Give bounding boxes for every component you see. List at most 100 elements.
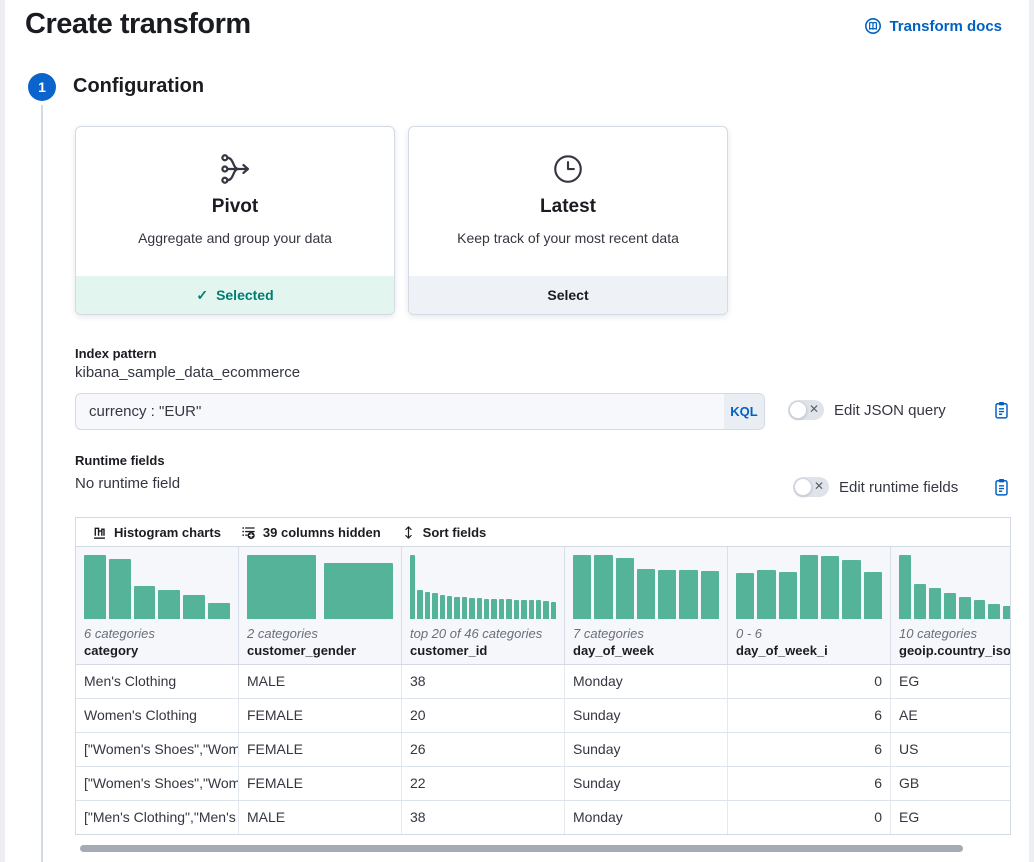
histogram-bar (499, 599, 504, 619)
window-left-edge (0, 0, 5, 862)
grid-cell-day_of_week[interactable]: Sunday (565, 733, 728, 766)
latest-card-description: Keep track of your most recent data (457, 230, 679, 246)
grid-cell-customer_id[interactable]: 38 (402, 801, 565, 834)
copy-json-query-button[interactable] (993, 401, 1010, 420)
histogram-bar (324, 563, 393, 619)
histogram-charts-button[interactable]: Histogram charts (84, 518, 229, 546)
histogram-chart-geoip.country_iso_ (899, 555, 1011, 619)
grid-cell-day_of_week_i[interactable]: 0 (728, 801, 891, 834)
histogram-chart-day_of_week (573, 555, 719, 619)
histogram-bar (974, 600, 986, 619)
grid-cell-customer_gender[interactable]: FEMALE (239, 699, 402, 732)
column-name: day_of_week (573, 643, 719, 658)
histogram-bar (183, 595, 205, 619)
sort-fields-label: Sort fields (423, 525, 487, 540)
grid-cell-day_of_week[interactable]: Sunday (565, 699, 728, 732)
grid-column-header-geoip.country_iso_[interactable]: 10 categoriesgeoip.country_iso_ (891, 547, 1011, 664)
edit-runtime-fields-controls: ✕ Edit runtime fields (793, 477, 1010, 497)
grid-cell-geoip.country_iso_[interactable]: US (891, 733, 1011, 766)
copy-runtime-fields-button[interactable] (993, 478, 1010, 497)
histogram-bar (551, 602, 556, 619)
histogram-bar (944, 593, 956, 619)
histogram-icon (92, 525, 107, 540)
clock-icon (551, 150, 585, 188)
histogram-bar (477, 598, 482, 619)
histogram-bar (842, 560, 860, 619)
grid-cell-category[interactable]: Women's Clothing (76, 699, 239, 732)
histogram-bar (1003, 606, 1011, 619)
create-transform-page: Create transform Transform docs 1 Config… (0, 0, 1034, 862)
grid-column-header-customer_id[interactable]: top 20 of 46 categoriescustomer_id (402, 547, 565, 664)
histogram-bar (959, 597, 971, 619)
edit-json-query-toggle[interactable]: ✕ (788, 400, 824, 420)
sort-icon (401, 525, 416, 540)
histogram-bar (484, 599, 489, 619)
histogram-bar (616, 558, 634, 619)
grid-cell-day_of_week_i[interactable]: 0 (728, 665, 891, 698)
edit-runtime-fields-toggle[interactable]: ✕ (793, 477, 829, 497)
grid-cell-day_of_week_i[interactable]: 6 (728, 699, 891, 732)
column-subtitle: 10 categories (899, 626, 1011, 641)
histogram-bar (462, 597, 467, 619)
grid-column-header-day_of_week_i[interactable]: 0 - 6day_of_week_i (728, 547, 891, 664)
histogram-bar (514, 600, 519, 619)
grid-cell-category[interactable]: ["Women's Shoes","Wom... (76, 733, 239, 766)
grid-cell-day_of_week_i[interactable]: 6 (728, 767, 891, 800)
grid-column-header-customer_gender[interactable]: 2 categoriescustomer_gender (239, 547, 402, 664)
grid-cell-customer_id[interactable]: 38 (402, 665, 565, 698)
grid-cell-customer_gender[interactable]: MALE (239, 801, 402, 834)
histogram-bar (417, 590, 422, 619)
kql-query-input[interactable]: currency : "EUR" (76, 394, 724, 429)
histogram-bar (109, 559, 131, 619)
horizontal-scrollbar-thumb[interactable] (80, 845, 963, 852)
histogram-chart-day_of_week_i (736, 555, 882, 619)
grid-cell-category[interactable]: ["Men's Clothing","Men's ... (76, 801, 239, 834)
grid-cell-geoip.country_iso_[interactable]: AE (891, 699, 1011, 732)
transform-docs-link[interactable]: Transform docs (864, 17, 1002, 35)
pivot-card[interactable]: Pivot Aggregate and group your data ✓ Se… (75, 126, 395, 315)
grid-cell-customer_gender[interactable]: FEMALE (239, 733, 402, 766)
aggregate-icon (217, 150, 253, 188)
grid-cell-customer_id[interactable]: 26 (402, 733, 565, 766)
check-icon: ✓ (196, 287, 208, 304)
grid-cell-day_of_week[interactable]: Monday (565, 665, 728, 698)
histogram-charts-label: Histogram charts (114, 525, 221, 540)
histogram-bar (469, 598, 474, 619)
page-scrollbar-track[interactable] (1029, 0, 1034, 862)
histogram-bar (521, 600, 526, 619)
grid-cell-day_of_week[interactable]: Sunday (565, 767, 728, 800)
histogram-bar (573, 555, 591, 619)
grid-cell-category[interactable]: Men's Clothing (76, 665, 239, 698)
grid-cell-customer_gender[interactable]: FEMALE (239, 767, 402, 800)
histogram-bar (536, 600, 541, 619)
step-number-badge: 1 (28, 73, 56, 101)
column-list-icon (241, 525, 256, 540)
edit-runtime-fields-label: Edit runtime fields (839, 479, 958, 496)
grid-cell-customer_id[interactable]: 20 (402, 699, 565, 732)
sort-fields-button[interactable]: Sort fields (393, 518, 495, 546)
pivot-selected-footer[interactable]: ✓ Selected (76, 276, 394, 314)
columns-hidden-button[interactable]: 39 columns hidden (233, 518, 389, 546)
grid-cell-customer_id[interactable]: 22 (402, 767, 565, 800)
grid-column-header-day_of_week[interactable]: 7 categoriesday_of_week (565, 547, 728, 664)
grid-column-header-category[interactable]: 6 categoriescategory (76, 547, 239, 664)
edit-json-query-controls: ✕ Edit JSON query (788, 400, 1010, 420)
grid-toolbar: Histogram charts 39 columns hidd (76, 518, 1010, 547)
histogram-bar (701, 571, 719, 619)
kql-language-button[interactable]: KQL (724, 394, 764, 429)
histogram-bar (736, 573, 754, 619)
latest-card[interactable]: Latest Keep track of your most recent da… (408, 126, 728, 315)
grid-cell-day_of_week[interactable]: Monday (565, 801, 728, 834)
transform-type-cards: Pivot Aggregate and group your data ✓ Se… (75, 126, 728, 315)
grid-cell-geoip.country_iso_[interactable]: EG (891, 801, 1011, 834)
latest-select-button[interactable]: Select (409, 276, 727, 314)
histogram-bar (134, 586, 156, 619)
histogram-bar (594, 555, 612, 619)
grid-cell-category[interactable]: ["Women's Shoes","Wom... (76, 767, 239, 800)
grid-cell-day_of_week_i[interactable]: 6 (728, 733, 891, 766)
grid-cell-customer_gender[interactable]: MALE (239, 665, 402, 698)
latest-footer-label: Select (547, 287, 588, 303)
grid-cell-geoip.country_iso_[interactable]: GB (891, 767, 1011, 800)
grid-cell-geoip.country_iso_[interactable]: EG (891, 665, 1011, 698)
histogram-bar (899, 555, 911, 619)
